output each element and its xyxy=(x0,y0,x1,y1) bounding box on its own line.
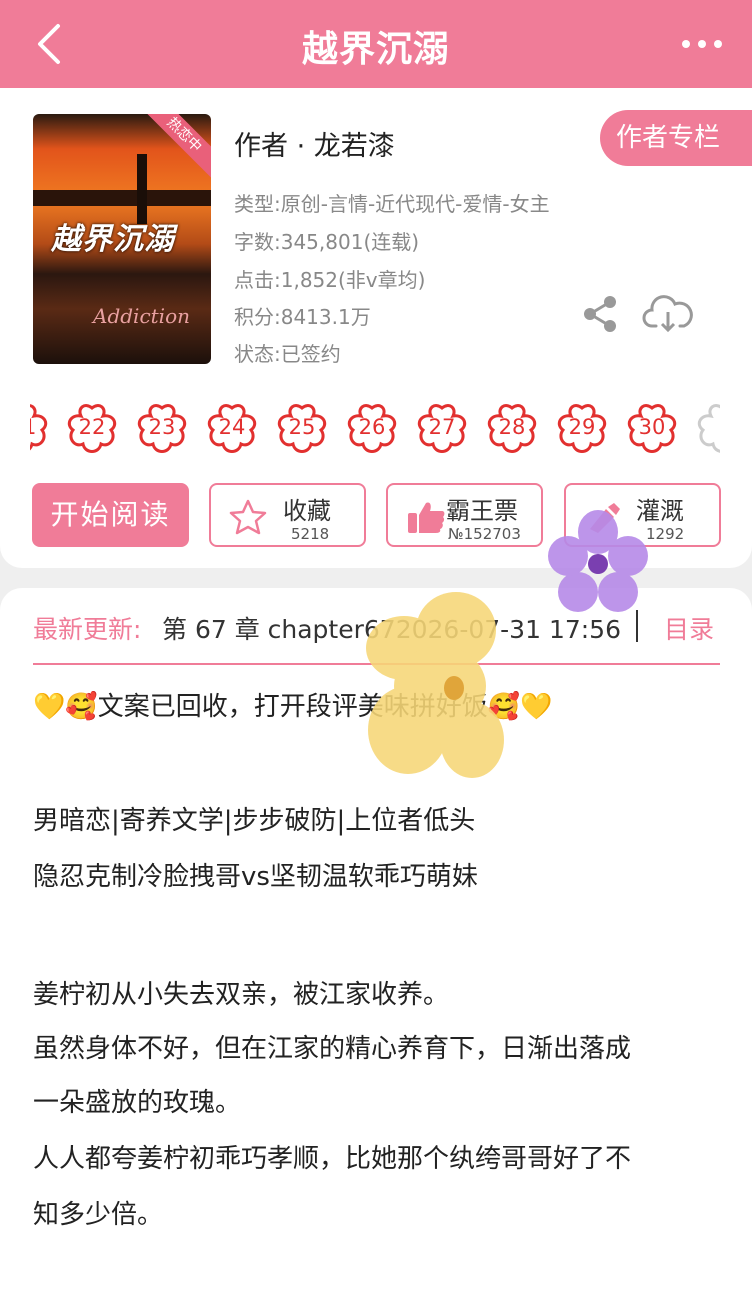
favorite-count: 5218 xyxy=(291,525,330,543)
cover-horizon xyxy=(33,190,211,206)
table-of-contents-link[interactable]: 目录 xyxy=(664,610,714,646)
flower-strip[interactable]: 21 22 23 24 25 26 27 28 xyxy=(30,398,720,458)
latest-update-label: 最新更新: xyxy=(33,615,142,644)
flower-badge[interactable]: 24 xyxy=(203,402,261,454)
favorite-label: 收藏 xyxy=(283,497,331,525)
meta-word-count: 字数:345,801(连载) xyxy=(234,230,420,254)
share-icon[interactable] xyxy=(580,294,620,334)
ticket-count: №152703 xyxy=(448,525,521,543)
flower-badge[interactable]: 30 xyxy=(623,402,681,454)
favorite-button[interactable]: 收藏 5218 xyxy=(209,483,366,547)
flower-badge[interactable]: 22 xyxy=(63,402,121,454)
text-cursor xyxy=(636,610,638,642)
ellipsis-icon[interactable] xyxy=(674,30,730,58)
book-cover[interactable]: 热恋中 越界沉溺 Addiction xyxy=(33,114,211,364)
purple-flower-sticker xyxy=(548,510,648,612)
flower-badge[interactable]: 25 xyxy=(273,402,331,454)
description-line: 人人都夸姜柠初乖巧孝顺，比她那个纨绔哥哥好了不 xyxy=(33,1144,632,1174)
description-line: 一朵盛放的玫瑰。 xyxy=(33,1088,242,1118)
star-icon xyxy=(229,499,267,535)
thumbs-up-icon xyxy=(408,502,445,533)
cover-title: 越界沉溺 xyxy=(51,222,175,257)
book-info-card: 热恋中 越界沉溺 Addiction 作者 · 龙若漆 作者专栏 类型:原创-言… xyxy=(0,88,752,568)
description-line: 隐忍克制冷脸拽哥vs坚韧温软乖巧萌妹 xyxy=(33,862,478,892)
flower-badge[interactable] xyxy=(693,402,720,454)
flower-badge[interactable]: 28 xyxy=(483,402,541,454)
water-count: 1292 xyxy=(646,525,685,543)
ticket-label: 霸王票 xyxy=(446,497,518,525)
flower-badge[interactable]: 21 xyxy=(30,402,52,454)
yellow-flower-sticker xyxy=(366,592,504,778)
cover-ribbon: 热恋中 xyxy=(137,114,211,182)
author-column-button[interactable]: 作者专栏 xyxy=(600,110,752,166)
flower-badge[interactable]: 29 xyxy=(553,402,611,454)
description-line: 姜柠初从小失去双亲，被江家收养。 xyxy=(33,980,450,1010)
meta-type: 类型:原创-言情-近代现代-爱情-女主 xyxy=(234,192,550,216)
flower-badge[interactable]: 27 xyxy=(413,402,471,454)
author-name[interactable]: 作者 · 龙若漆 xyxy=(234,124,395,163)
meta-status: 状态:已签约 xyxy=(234,342,341,366)
meta-score: 积分:8413.1万 xyxy=(234,305,371,329)
ticket-button[interactable]: 霸王票 №152703 xyxy=(386,483,543,547)
flower-badge[interactable]: 26 xyxy=(343,402,401,454)
description-line: 知多少倍。 xyxy=(33,1200,164,1230)
cover-subtitle: Addiction xyxy=(93,304,191,328)
cloud-download-icon[interactable] xyxy=(642,294,694,334)
meta-clicks: 点击:1,852(非v章均) xyxy=(234,268,426,292)
description-line: 男暗恋|寄养文学|步步破防|上位者低头 xyxy=(33,806,476,836)
flower-badge[interactable]: 23 xyxy=(133,402,191,454)
start-reading-button[interactable]: 开始阅读 xyxy=(32,483,189,547)
top-bar: 越界沉溺 xyxy=(0,0,752,88)
page-title: 越界沉溺 xyxy=(301,29,450,70)
description-line: 虽然身体不好，但在江家的精心养育下，日渐出落成 xyxy=(33,1034,632,1064)
